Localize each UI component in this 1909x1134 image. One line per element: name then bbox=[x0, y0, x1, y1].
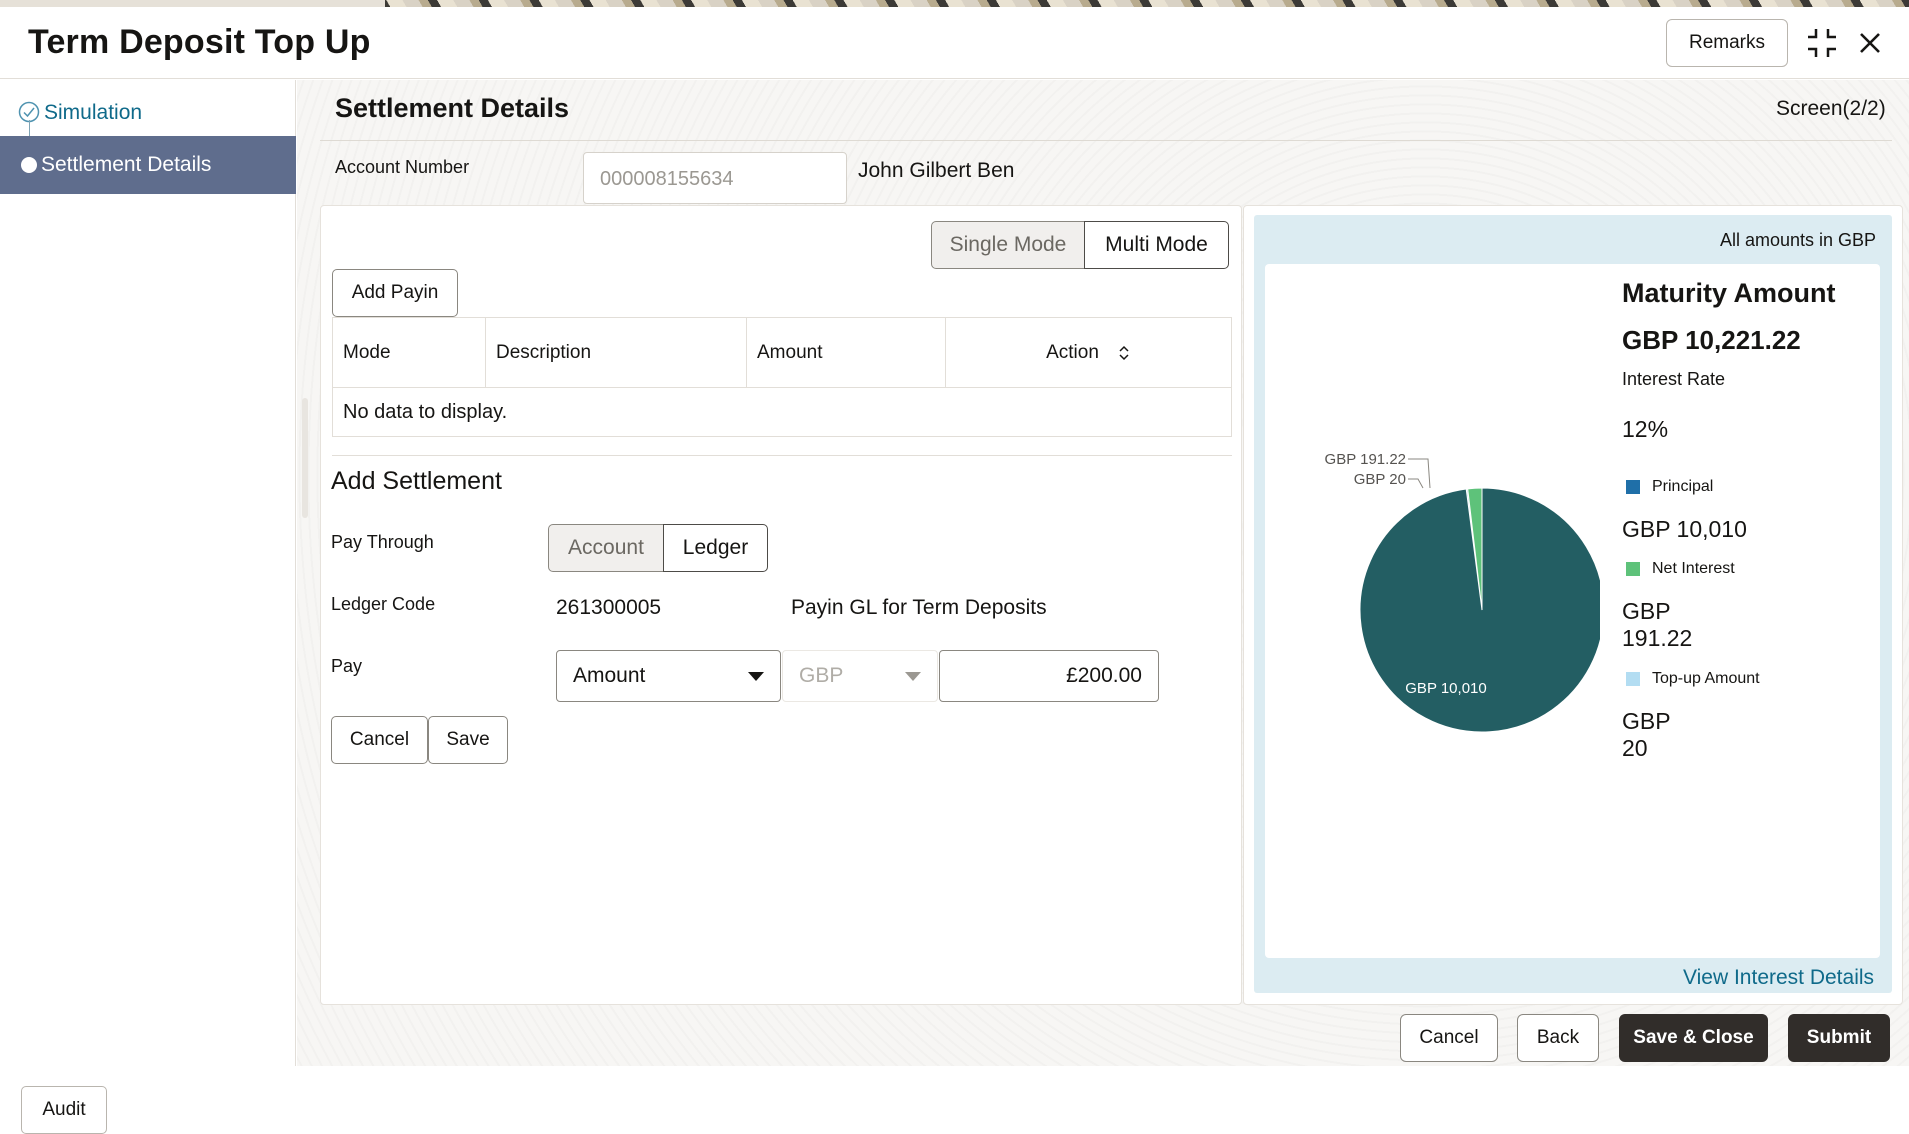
currency-select: GBP bbox=[782, 650, 938, 702]
single-mode-toggle[interactable]: Single Mode bbox=[931, 221, 1085, 269]
pay-label: Pay bbox=[331, 656, 363, 676]
step-settlement-details[interactable]: Settlement Details bbox=[0, 136, 296, 194]
active-step-dot-icon bbox=[21, 157, 37, 173]
legend-swatch-principal bbox=[1626, 480, 1640, 494]
maturity-pie-chart: GBP 10,010 GBP 191.22 GBP 20 bbox=[1325, 451, 1600, 733]
pie-label-leader bbox=[1408, 458, 1431, 489]
cancel-button[interactable]: Cancel bbox=[1400, 1014, 1498, 1062]
back-button[interactable]: Back bbox=[1517, 1014, 1599, 1062]
legend-topup-amount: Top-up Amount bbox=[1626, 670, 1760, 688]
scrollbar[interactable] bbox=[302, 398, 308, 518]
settlement-save-button[interactable]: Save bbox=[428, 716, 508, 764]
ledger-code-value: 261300005 bbox=[556, 596, 662, 619]
page-title: Term Deposit Top Up bbox=[28, 23, 371, 61]
legend-topup-label: Top-up Amount bbox=[1652, 670, 1760, 687]
table-empty-message: No data to display. bbox=[332, 388, 1232, 437]
column-header-action[interactable]: Action bbox=[946, 318, 1231, 387]
pay-through-label: Pay Through bbox=[331, 532, 434, 552]
legend-swatch-net-interest bbox=[1626, 562, 1640, 576]
pie-label: GBP 191.22 bbox=[1325, 451, 1406, 468]
step-simulation-label: Simulation bbox=[44, 101, 143, 124]
currency-value: GBP bbox=[799, 664, 844, 687]
save-and-close-button[interactable]: Save & Close bbox=[1619, 1014, 1768, 1062]
submit-button[interactable]: Submit bbox=[1788, 1014, 1890, 1062]
divider bbox=[320, 140, 1892, 141]
column-header-action-label: Action bbox=[1046, 341, 1099, 363]
add-settlement-title: Add Settlement bbox=[331, 467, 502, 495]
interest-rate-label: Interest Rate bbox=[1622, 369, 1726, 389]
account-number-label: Account Number bbox=[335, 157, 470, 177]
legend-net-interest: Net Interest bbox=[1626, 560, 1735, 578]
principal-value: GBP 10,010 bbox=[1622, 516, 1747, 542]
multi-mode-toggle[interactable]: Multi Mode bbox=[1084, 221, 1229, 269]
pie-label: GBP 20 bbox=[1354, 471, 1406, 488]
step-sidebar: Simulation Settlement Details Audit bbox=[0, 80, 296, 1134]
title-bar: Term Deposit Top Up Remarks bbox=[0, 7, 1909, 79]
screen-indicator: Screen(2/2) bbox=[1776, 97, 1886, 120]
column-header-mode[interactable]: Mode bbox=[333, 318, 486, 387]
settlement-cancel-button[interactable]: Cancel bbox=[331, 716, 428, 764]
pay-through-ledger-toggle[interactable]: Ledger bbox=[663, 524, 768, 572]
maturity-amount-label: Maturity Amount bbox=[1622, 278, 1836, 308]
divider bbox=[332, 455, 1232, 456]
account-number-field[interactable]: 000008155634 bbox=[583, 152, 847, 204]
ledger-code-label: Ledger Code bbox=[331, 594, 436, 614]
legend-principal: Principal bbox=[1626, 478, 1713, 496]
pie-label-leader bbox=[1408, 478, 1424, 489]
compress-icon[interactable] bbox=[1804, 25, 1840, 61]
pie-label: GBP 10,010 bbox=[1405, 680, 1486, 697]
net-interest-value: GBP 191.22 bbox=[1622, 598, 1693, 651]
legend-principal-label: Principal bbox=[1652, 478, 1714, 495]
ledger-code-description: Payin GL for Term Deposits bbox=[791, 596, 1047, 619]
topup-amount-value: GBP 20 bbox=[1622, 708, 1671, 761]
step-simulation[interactable]: Simulation bbox=[0, 84, 296, 142]
pay-amount-input[interactable]: £200.00 bbox=[939, 650, 1159, 702]
step-settlement-label: Settlement Details bbox=[41, 153, 212, 176]
section-title: Settlement Details bbox=[335, 93, 570, 123]
top-decorative-strip bbox=[0, 0, 1909, 7]
add-payin-button[interactable]: Add Payin bbox=[332, 269, 458, 317]
chevron-down-icon bbox=[905, 672, 921, 681]
pay-type-value: Amount bbox=[573, 664, 646, 687]
close-icon[interactable] bbox=[1852, 25, 1888, 61]
column-header-amount[interactable]: Amount bbox=[747, 318, 946, 387]
pay-type-select[interactable]: Amount bbox=[556, 650, 781, 702]
legend-swatch-topup bbox=[1626, 672, 1640, 686]
chevron-down-icon bbox=[748, 672, 764, 681]
account-holder-name: John Gilbert Ben bbox=[858, 159, 1015, 182]
view-interest-details-link[interactable]: View Interest Details bbox=[1683, 966, 1874, 990]
sort-icon[interactable] bbox=[1117, 344, 1131, 362]
remarks-button[interactable]: Remarks bbox=[1666, 19, 1788, 67]
maturity-amount-value: GBP 10,221.22 bbox=[1622, 325, 1801, 355]
interest-rate-value: 12% bbox=[1622, 416, 1669, 442]
pay-through-account-toggle[interactable]: Account bbox=[548, 524, 664, 572]
legend-net-interest-label: Net Interest bbox=[1652, 560, 1735, 577]
column-header-description[interactable]: Description bbox=[486, 318, 747, 387]
audit-button[interactable]: Audit bbox=[21, 1086, 107, 1134]
currency-unit-note: All amounts in GBP bbox=[1720, 230, 1877, 250]
payin-table-header: Mode Description Amount Action bbox=[332, 317, 1232, 388]
